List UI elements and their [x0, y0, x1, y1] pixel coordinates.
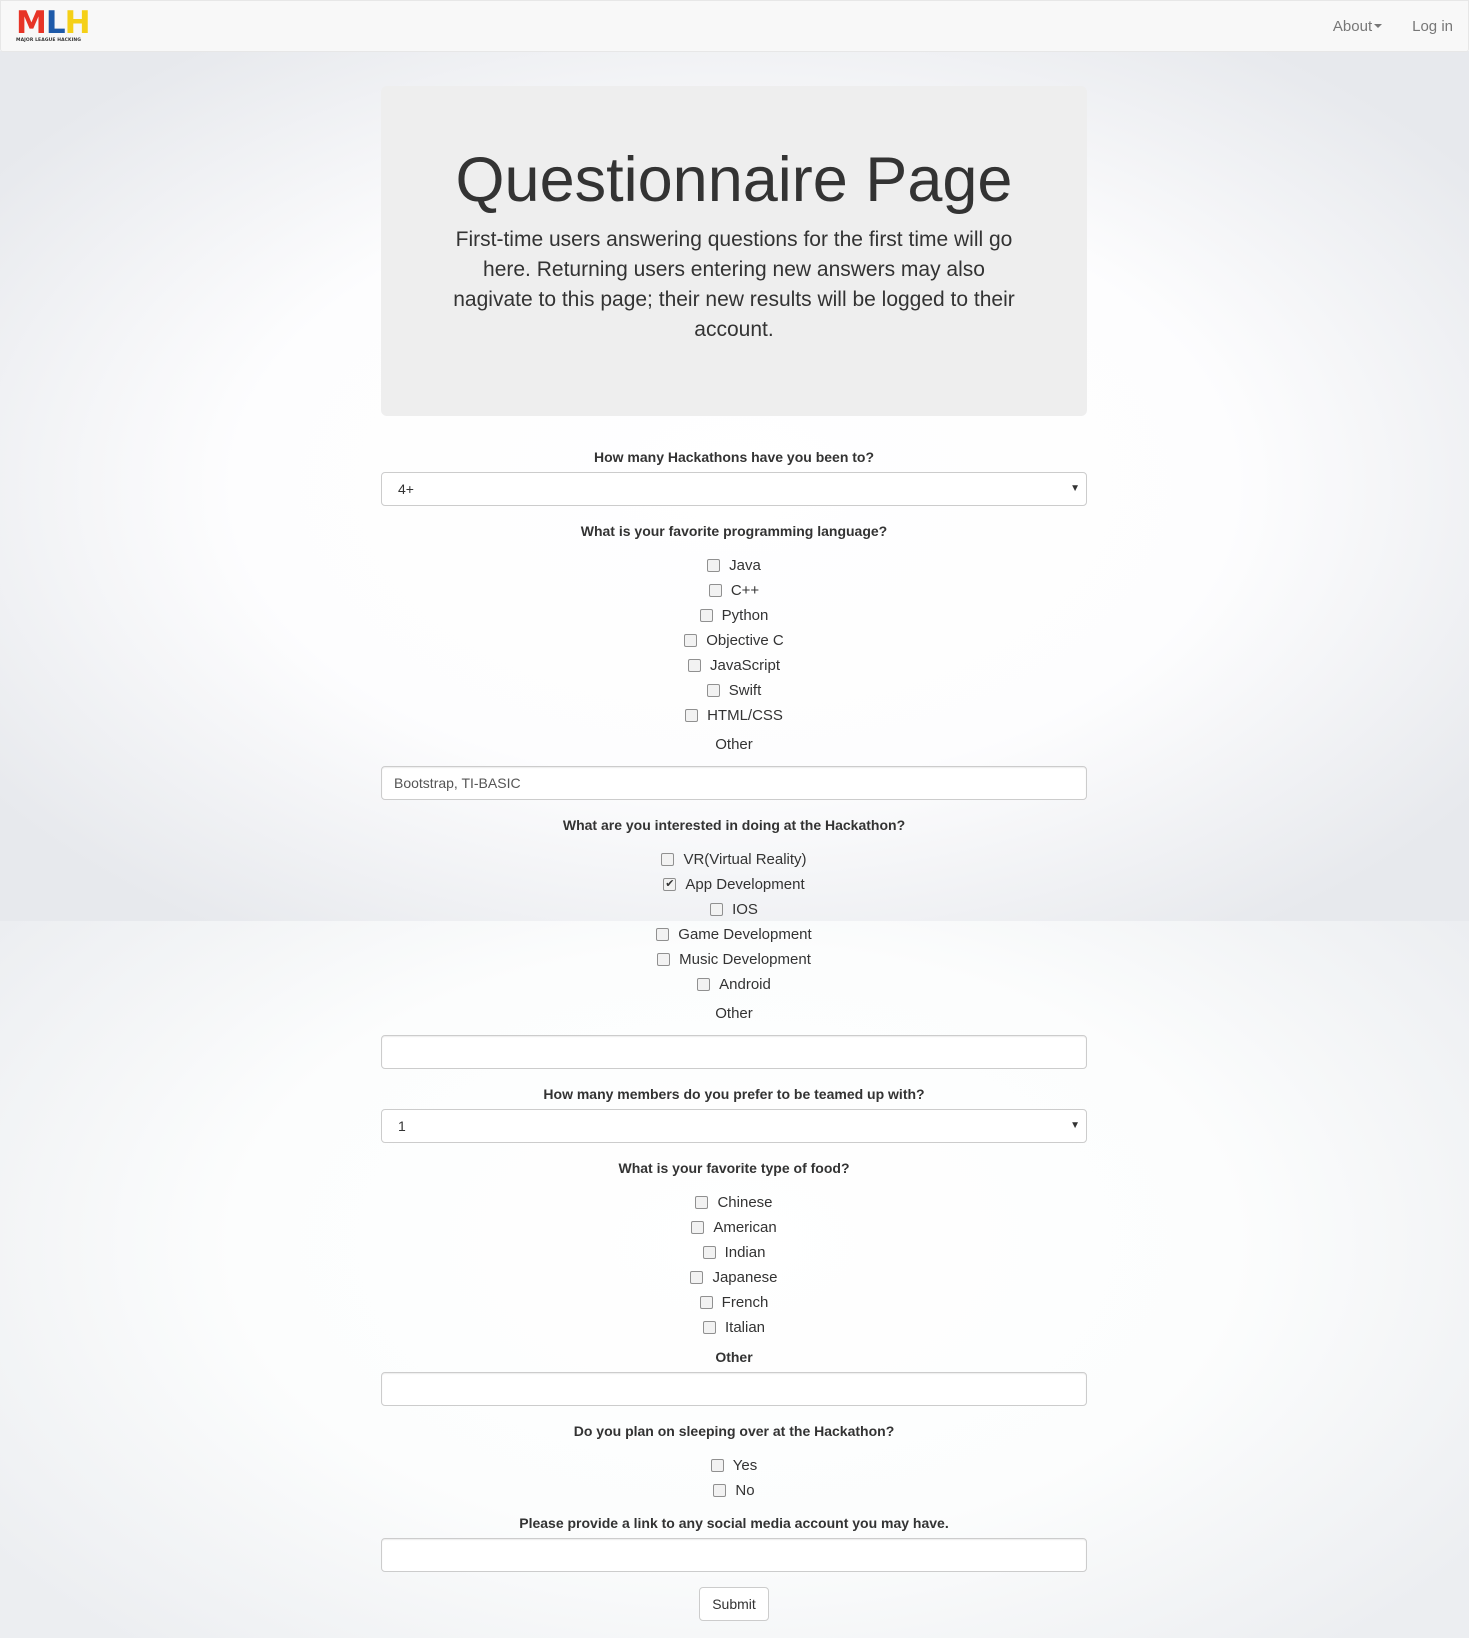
hero-jumbotron: Questionnaire Page First-time users answ… [381, 86, 1087, 416]
interest-checkbox[interactable] [697, 978, 711, 991]
hackathons-select[interactable]: 4+ ▼ [381, 472, 1087, 506]
food-checkbox[interactable] [690, 1271, 704, 1284]
food-checkbox[interactable] [695, 1196, 709, 1209]
food-other-input[interactable] [381, 1372, 1087, 1406]
interest-other-label: Other [715, 1005, 753, 1022]
interest-checkbox[interactable] [656, 928, 670, 941]
interest-other-input[interactable] [381, 1035, 1087, 1069]
select-arrow-icon: ▼ [1070, 1120, 1080, 1131]
interest-checkbox[interactable] [657, 953, 671, 966]
food-checkbox[interactable] [691, 1221, 705, 1234]
sleepover-option[interactable]: Yes [381, 1453, 1087, 1478]
food-option[interactable]: Japanese [381, 1265, 1087, 1290]
language-other-label: Other [715, 736, 753, 753]
interest-option[interactable]: IOS [381, 897, 1087, 922]
food-option[interactable]: Chinese [381, 1190, 1087, 1215]
team-size-label: How many members do you prefer to be tea… [543, 1086, 925, 1102]
caret-down-icon [1374, 24, 1383, 28]
language-other-input[interactable]: Bootstrap, TI-BASIC [381, 766, 1087, 800]
navbar: MLH MAJOR LEAGUE HACKING About Log in [0, 0, 1469, 52]
language-checkbox[interactable] [706, 684, 720, 697]
language-label: What is your favorite programming langua… [580, 523, 888, 539]
food-other-label: Other [715, 1349, 753, 1365]
food-option[interactable]: American [381, 1215, 1087, 1240]
language-option[interactable]: JavaScript [381, 653, 1087, 678]
logo-letters: MLH [16, 5, 91, 41]
food-option[interactable]: Italian [381, 1315, 1087, 1340]
about-label: About [1332, 17, 1373, 35]
language-checkbox[interactable] [707, 559, 721, 572]
social-link-input[interactable] [381, 1538, 1087, 1572]
language-checkbox[interactable] [685, 709, 699, 722]
hackathons-label: How many Hackathons have you been to? [593, 449, 875, 465]
team-size-selected-value: 1 [398, 1118, 406, 1134]
food-checkbox[interactable] [702, 1246, 716, 1259]
hackathons-selected-value: 4+ [398, 481, 414, 497]
interest-option[interactable]: ✔ App Development [381, 872, 1087, 897]
page-subtitle: First-time users answering questions for… [453, 228, 1015, 342]
interest-checkbox[interactable] [710, 903, 724, 916]
interest-checkbox-checked[interactable]: ✔ [663, 878, 677, 891]
language-checkbox[interactable] [687, 659, 701, 672]
main-container: Questionnaire Page First-time users answ… [381, 86, 1087, 1621]
social-label: Please provide a link to any social medi… [519, 1515, 949, 1531]
interest-option[interactable]: Music Development [381, 947, 1087, 972]
team-size-select[interactable]: 1 ▼ [381, 1109, 1087, 1143]
language-options: Java C++ Python Objective C JavaScript S… [381, 553, 1087, 728]
sleepover-label: Do you plan on sleeping over at the Hack… [573, 1423, 895, 1439]
interest-option[interactable]: Game Development [381, 922, 1087, 947]
sleepover-checkbox[interactable] [713, 1484, 727, 1497]
language-checkbox[interactable] [699, 609, 713, 622]
page-title: Questionnaire Page [455, 145, 1013, 215]
select-arrow-icon: ▼ [1070, 483, 1080, 494]
language-checkbox[interactable] [708, 584, 722, 597]
checkmark-icon: ✔ [665, 878, 675, 890]
login-link[interactable]: Log in [1412, 18, 1453, 35]
language-checkbox[interactable] [684, 634, 698, 647]
interest-label: What are you interested in doing at the … [562, 817, 906, 833]
sleepover-checkbox[interactable] [710, 1459, 724, 1472]
food-checkbox[interactable] [699, 1296, 713, 1309]
mlh-logo[interactable]: MLH MAJOR LEAGUE HACKING [16, 5, 98, 45]
interest-checkbox[interactable] [661, 853, 675, 866]
language-option[interactable]: Java [381, 553, 1087, 578]
food-option[interactable]: French [381, 1290, 1087, 1315]
food-options: Chinese American Indian Japanese French … [381, 1190, 1087, 1340]
food-label: What is your favorite type of food? [618, 1160, 850, 1176]
language-option[interactable]: Objective C [381, 628, 1087, 653]
questionnaire-form: How many Hackathons have you been to? 4+… [381, 447, 1087, 1621]
language-option[interactable]: HTML/CSS [381, 703, 1087, 728]
sleepover-option[interactable]: No [381, 1478, 1087, 1503]
submit-button[interactable]: Submit [699, 1587, 769, 1621]
food-option[interactable]: Indian [381, 1240, 1087, 1265]
food-checkbox[interactable] [702, 1321, 716, 1334]
sleepover-options: Yes No [381, 1453, 1087, 1503]
language-option[interactable]: C++ [381, 578, 1087, 603]
about-dropdown[interactable]: About [1332, 17, 1383, 35]
interest-option[interactable]: Android [381, 972, 1087, 997]
interest-option[interactable]: VR(Virtual Reality) [381, 847, 1087, 872]
language-option[interactable]: Python [381, 603, 1087, 628]
language-option[interactable]: Swift [381, 678, 1087, 703]
interest-options: VR(Virtual Reality) ✔ App Development IOS… [381, 847, 1087, 997]
